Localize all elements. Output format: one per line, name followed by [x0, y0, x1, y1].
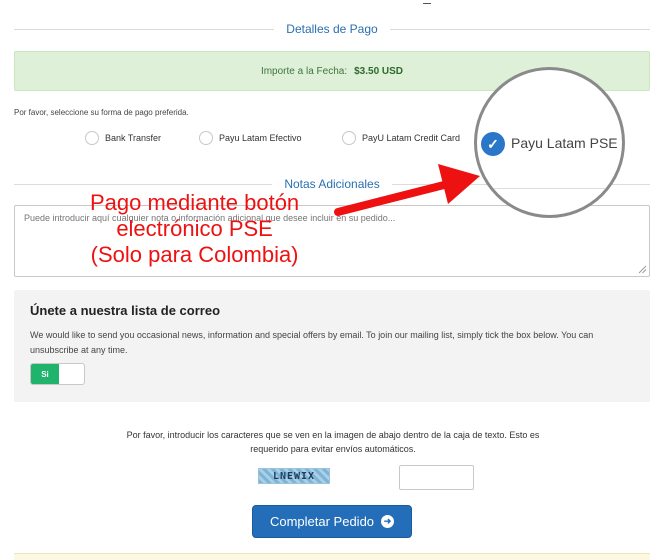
- captcha-instructions: Por favor, introducir los caracteres que…: [126, 430, 540, 454]
- checkmark-icon[interactable]: ✓: [481, 132, 505, 156]
- annotation-line: (Solo para Colombia): [90, 242, 299, 267]
- complete-order-label: Completar Pedido: [269, 514, 375, 529]
- amount-due-label: Importe a la Fecha:: [260, 65, 348, 77]
- divider: [477, 188, 622, 189]
- annotation-text: Pago mediante botón electrónico PSE (Sol…: [90, 190, 299, 268]
- payment-option-label: Payu Latam PSE: [511, 135, 618, 151]
- annotation-line: Pago mediante botón: [90, 190, 300, 215]
- amount-due-value: $3.50 USD: [354, 65, 404, 77]
- mailing-list-toggle[interactable]: Si: [30, 363, 85, 385]
- divider: [14, 28, 275, 30]
- arrow-circle-right-icon: ➜: [381, 515, 395, 528]
- divider: [389, 28, 650, 30]
- radio-unchecked-icon[interactable]: [342, 131, 356, 145]
- radio-unchecked-icon[interactable]: [85, 131, 99, 145]
- payment-option-label: PayU Latam Credit Card: [362, 133, 461, 143]
- payment-option-payu-credit-card[interactable]: PayU Latam Credit Card: [342, 131, 460, 145]
- top-clipped-caret: [423, 0, 431, 4]
- payment-details-heading: Detalles de Pago: [14, 19, 650, 39]
- mailing-list-panel: Únete a nuestra lista de correo We would…: [14, 290, 650, 402]
- annotation-arrow-icon: [334, 164, 480, 216]
- toggle-on-label[interactable]: Si: [31, 364, 59, 384]
- zoom-magnifier: ✓ Payu Latam PSE: [474, 67, 625, 218]
- mailing-list-description: We would like to send you occasional new…: [30, 330, 594, 355]
- captcha-image: LNEWIX: [258, 468, 330, 484]
- payment-details-title: Detalles de Pago: [286, 22, 378, 36]
- radio-unchecked-icon[interactable]: [199, 131, 213, 145]
- annotation-line: electrónico PSE: [116, 216, 273, 241]
- captcha-input[interactable]: [399, 465, 474, 490]
- divider: [14, 183, 273, 185]
- complete-order-button[interactable]: Completar Pedido ➜: [252, 505, 412, 538]
- payment-option-payu-efectivo[interactable]: Payu Latam Efectivo: [199, 131, 302, 145]
- payment-option-label: Payu Latam Efectivo: [219, 133, 302, 143]
- payment-option-label: Bank Transfer: [105, 133, 162, 143]
- bottom-notice-strip: [14, 553, 650, 560]
- payment-option-bank-transfer[interactable]: Bank Transfer: [85, 131, 161, 145]
- captcha-image-text: LNEWIX: [272, 470, 316, 482]
- mailing-list-title: Únete a nuestra lista de correo: [30, 303, 221, 318]
- payment-method-prompt: Por favor, seleccione su forma de pago p…: [14, 108, 189, 117]
- resize-grip-icon[interactable]: [638, 265, 647, 274]
